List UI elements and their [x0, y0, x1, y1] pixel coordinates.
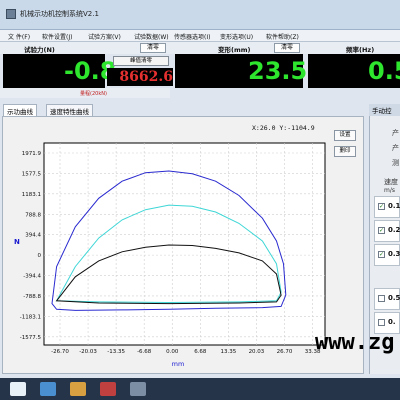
speed-option-3[interactable]: ✓ 0.3 — [374, 244, 400, 266]
taskbar — [0, 378, 400, 400]
speed-option-2[interactable]: ✓ 0.2 — [374, 220, 400, 242]
speed-value-1: 0.1 — [388, 202, 400, 210]
x-axis-label: mm — [172, 360, 185, 368]
y-tick-label: 1183.1 — [22, 192, 41, 198]
speed-value-2: 0.2 — [388, 226, 400, 234]
folder-icon[interactable] — [70, 382, 86, 396]
y-tick-label: 394.4 — [25, 233, 41, 239]
y-tick-label: -788.8 — [23, 294, 41, 300]
speed-value-3: 0.3 — [388, 250, 400, 258]
watermark-text: www.zg — [315, 330, 395, 355]
x-tick-label: 0.00 — [166, 349, 179, 355]
right-text-1: 产 — [392, 129, 399, 137]
checkbox-unchecked-icon[interactable] — [378, 319, 385, 326]
x-tick-label: 13.35 — [221, 349, 237, 355]
speed-value-5: 0. — [388, 318, 396, 326]
app-window-icon[interactable] — [130, 382, 146, 396]
y-tick-label: 1971.9 — [22, 151, 42, 157]
y-axis-label: N — [14, 238, 20, 246]
x-tick-label: -13.35 — [107, 349, 125, 355]
x-tick-label: 26.70 — [277, 349, 293, 355]
x-tick-label: -6.68 — [137, 349, 152, 355]
speed-option-4[interactable]: 0.5 — [374, 288, 400, 310]
media-icon[interactable] — [100, 382, 116, 396]
speed-option-1[interactable]: ✓ 0.1 — [374, 196, 400, 218]
x-tick-label: -26.70 — [51, 349, 69, 355]
right-text-3: 测 — [392, 159, 399, 167]
x-tick-label: -20.03 — [79, 349, 97, 355]
start-icon[interactable] — [10, 382, 26, 396]
right-text-2: 产 — [392, 144, 399, 152]
y-tick-label: 0 — [38, 253, 42, 259]
speed-value-4: 0.5 — [388, 294, 400, 302]
checkbox-checked-icon[interactable]: ✓ — [378, 203, 385, 210]
y-tick-label: -1183.1 — [20, 314, 41, 320]
taskbar-app-icon[interactable] — [40, 382, 56, 396]
y-tick-label: -394.4 — [23, 274, 41, 280]
checkbox-checked-icon[interactable]: ✓ — [378, 227, 385, 234]
checkbox-checked-icon[interactable]: ✓ — [378, 251, 385, 258]
x-tick-label: 20.03 — [249, 349, 265, 355]
checkbox-unchecked-icon[interactable] — [378, 295, 385, 302]
y-tick-label: 1577.5 — [22, 171, 42, 177]
y-tick-label: 788.8 — [25, 212, 41, 218]
y-tick-label: -1577.5 — [20, 335, 42, 341]
x-tick-label: 6.68 — [194, 349, 207, 355]
speed-label: 速度 — [384, 178, 398, 186]
manual-control-header: 手动控 — [369, 104, 400, 116]
speed-unit: m/s — [384, 187, 395, 194]
